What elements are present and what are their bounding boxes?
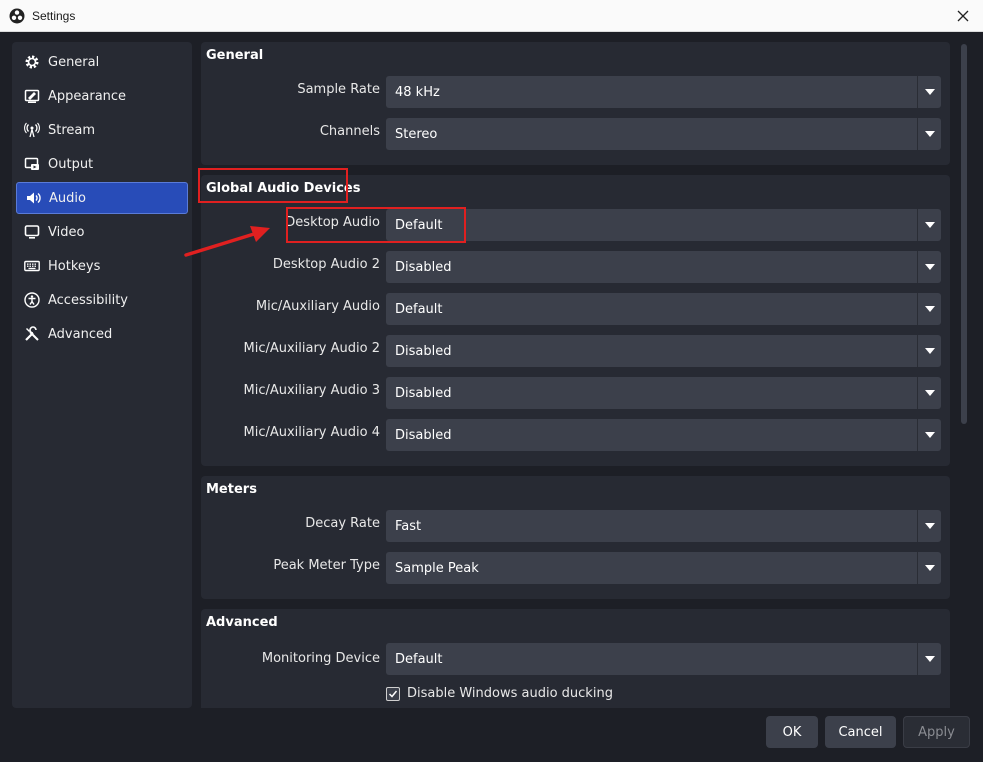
tools-icon [23,325,41,343]
mic-aux-audio-4-select[interactable]: Disabled [386,419,941,451]
apply-button[interactable]: Apply [903,716,970,748]
decay-rate-select[interactable]: Fast [386,510,941,542]
speaker-icon [24,189,42,207]
mic-aux-audio-2-label: Mic/Auxiliary Audio 2 [243,341,380,356]
mic-aux-audio-2-select[interactable]: Disabled [386,335,941,367]
antenna-icon [23,121,41,139]
ok-button[interactable]: OK [766,716,818,748]
select-value: Fast [395,518,422,534]
sample-rate-label: Sample Rate [297,82,380,97]
close-icon [957,10,969,22]
disable-ducking-checkbox-row[interactable]: Disable Windows audio ducking [386,686,613,701]
annotation-highlight-desktop-audio [286,207,466,243]
annotation-arrow-icon [184,226,270,257]
sidebar-item-accessibility[interactable]: Accessibility [16,284,188,316]
mic-aux-audio-label: Mic/Auxiliary Audio [255,299,380,314]
peak-meter-type-label: Peak Meter Type [273,558,380,573]
sidebar-item-advanced[interactable]: Advanced [16,318,188,350]
sidebar-item-video[interactable]: Video [16,216,188,248]
select-value: Disabled [395,427,452,443]
chevron-down-icon [917,335,941,367]
content-scrollbar[interactable] [957,42,971,708]
gear-icon [23,53,41,71]
select-value: Disabled [395,259,452,275]
peak-meter-type-select[interactable]: Sample Peak [386,552,941,584]
appearance-icon [23,87,41,105]
chevron-down-icon [917,643,941,675]
sidebar-item-label: Audio [49,190,86,206]
select-value: Default [395,301,443,317]
mic-aux-audio-3-select[interactable]: Disabled [386,377,941,409]
sidebar-item-label: Appearance [48,88,127,104]
select-value: Sample Peak [395,560,479,576]
monitor-icon [23,223,41,241]
monitoring-device-label: Monitoring Device [261,651,380,666]
channels-label: Channels [319,124,380,139]
section-meters: Meters Decay Rate Fast Peak Meter Type S… [201,476,950,599]
chevron-down-icon [917,251,941,283]
settings-content: General Sample Rate 48 kHz Channels Ster… [201,42,951,708]
mic-aux-audio-3-label: Mic/Auxiliary Audio 3 [243,383,380,398]
section-general: General Sample Rate 48 kHz Channels Ster… [201,42,950,165]
output-icon [23,155,41,173]
mic-aux-audio-select[interactable]: Default [386,293,941,325]
accessibility-icon [23,291,41,309]
sidebar-item-general[interactable]: General [16,46,188,78]
scrollbar-thumb[interactable] [961,44,967,424]
annotation-highlight-global-audio [198,168,348,203]
mic-aux-audio-4-label: Mic/Auxiliary Audio 4 [243,425,380,440]
title-bar: Settings [0,0,983,32]
select-value: Stereo [395,126,438,142]
sidebar-item-stream[interactable]: Stream [16,114,188,146]
sidebar-item-label: Stream [48,122,96,138]
chevron-down-icon [917,552,941,584]
select-value: Disabled [395,385,452,401]
monitoring-device-select[interactable]: Default [386,643,941,675]
chevron-down-icon [917,118,941,150]
sidebar-item-label: Hotkeys [48,258,101,274]
section-title: General [206,48,264,63]
keyboard-icon [23,257,41,275]
desktop-audio-2-label: Desktop Audio 2 [272,257,380,272]
chevron-down-icon [917,419,941,451]
decay-rate-label: Decay Rate [305,516,380,531]
checkbox-label: Disable Windows audio ducking [407,686,613,701]
chevron-down-icon [917,377,941,409]
sidebar-item-label: Advanced [48,326,113,342]
checkmark-icon [388,690,398,698]
channels-select[interactable]: Stereo [386,118,941,150]
chevron-down-icon [917,209,941,241]
sample-rate-select[interactable]: 48 kHz [386,76,941,108]
sidebar-item-label: Video [48,224,85,240]
chevron-down-icon [917,293,941,325]
select-value: 48 kHz [395,84,440,100]
chevron-down-icon [917,510,941,542]
desktop-audio-2-select[interactable]: Disabled [386,251,941,283]
select-value: Disabled [395,343,452,359]
sidebar-item-label: Accessibility [48,292,128,308]
section-title: Meters [206,482,257,497]
section-title: Advanced [206,615,278,630]
sidebar-item-hotkeys[interactable]: Hotkeys [16,250,188,282]
sidebar-item-appearance[interactable]: Appearance [16,80,188,112]
obs-logo-icon [9,8,25,23]
sidebar-item-audio[interactable]: Audio [16,182,188,214]
sidebar-item-output[interactable]: Output [16,148,188,180]
chevron-down-icon [917,76,941,108]
sidebar-item-label: General [48,54,100,70]
select-value: Default [395,651,443,667]
close-button[interactable] [953,6,973,26]
disable-ducking-checkbox[interactable] [386,686,400,701]
cancel-button[interactable]: Cancel [825,716,896,748]
sidebar-item-label: Output [48,156,94,172]
settings-sidebar: General Appearance Stream Output Audio V… [12,42,192,708]
section-advanced: Advanced Monitoring Device Default Disab… [201,609,950,708]
window-title: Settings [32,8,76,23]
desktop-audio-select[interactable]: Default [386,209,941,241]
